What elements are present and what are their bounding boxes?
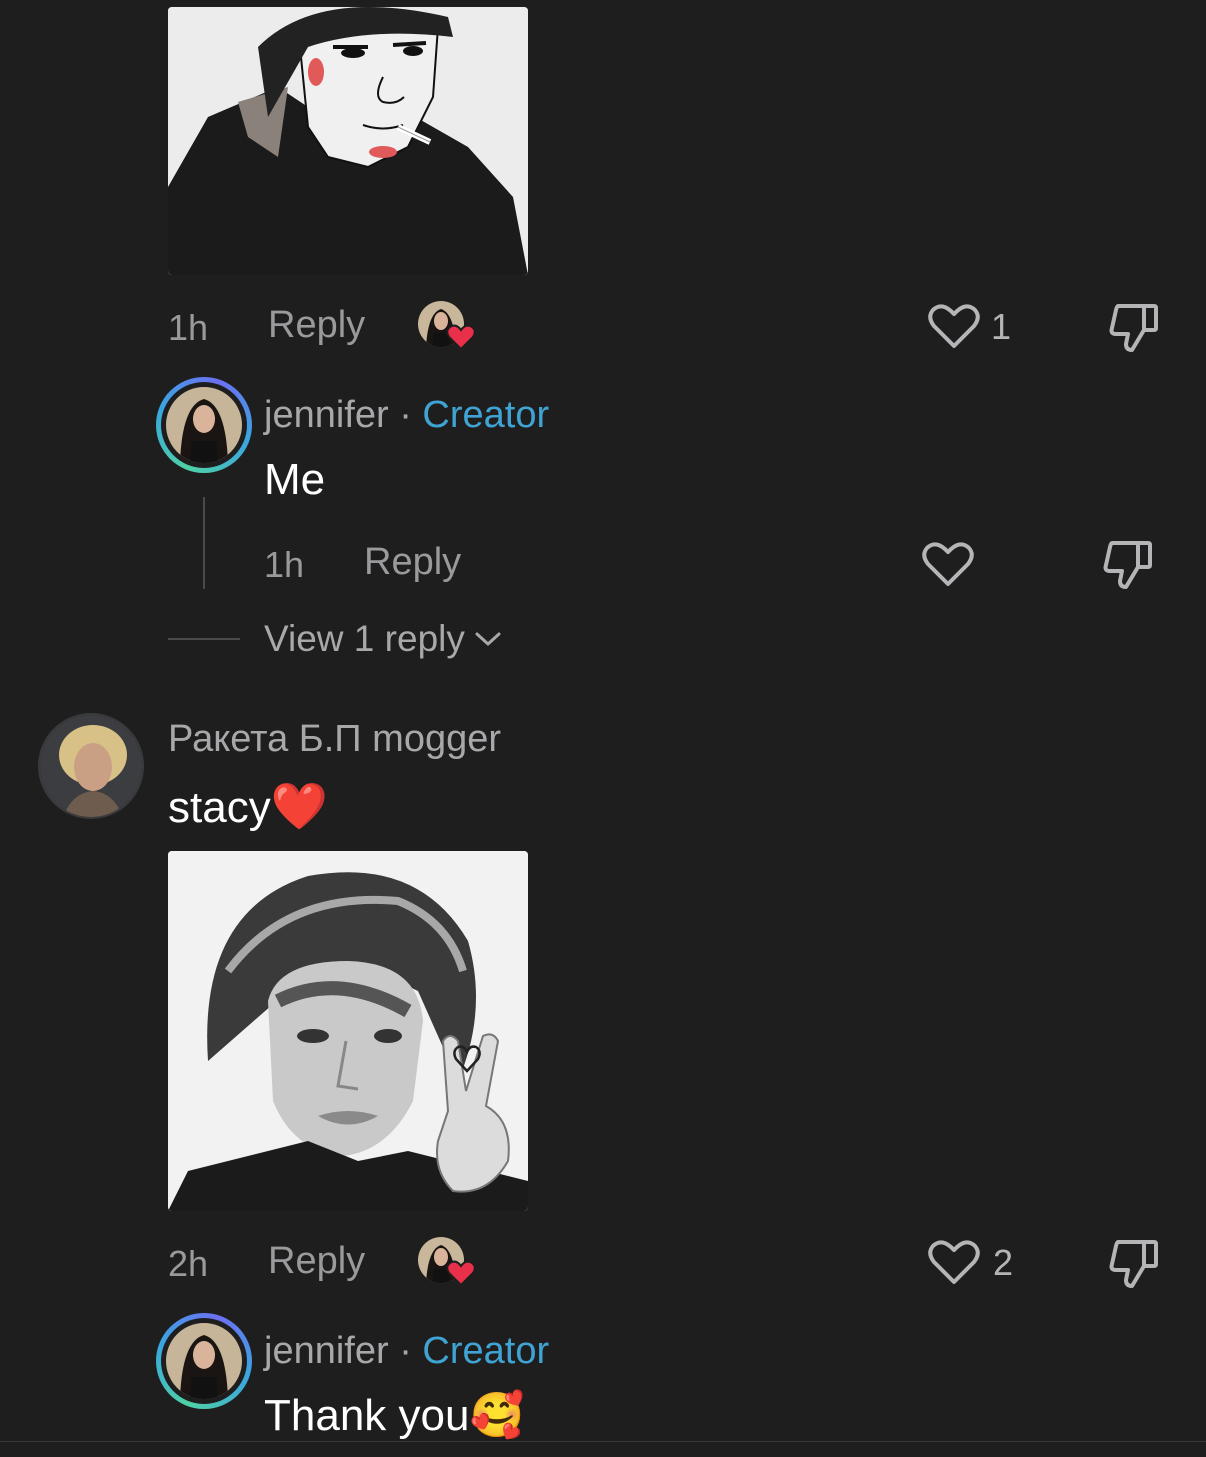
- smiling-face-with-hearts-emoji: 🥰: [469, 1391, 525, 1440]
- reply-text: Thank you: [264, 1391, 470, 1440]
- dislike-icon[interactable]: [1108, 300, 1160, 354]
- name-separator: ·: [399, 1330, 412, 1372]
- reply-author-line: jennifer · Creator: [264, 1330, 549, 1373]
- view-replies-label: View 1 reply: [264, 618, 465, 659]
- reply-button[interactable]: Reply: [268, 1240, 365, 1283]
- reply-timestamp: 1h: [264, 544, 305, 585]
- chevron-down-icon: [475, 632, 501, 646]
- heart-outline-icon[interactable]: [928, 302, 980, 350]
- like-count: 2: [993, 1242, 1014, 1283]
- creator-badge: Creator: [422, 1330, 550, 1372]
- dislike-icon[interactable]: [1102, 537, 1154, 591]
- username[interactable]: jennifer: [264, 394, 389, 436]
- reply-author-line: jennifer · Creator: [264, 394, 549, 437]
- creator-badge: Creator: [422, 394, 550, 436]
- creator-liked-heart-icon: [446, 1260, 476, 1287]
- name-separator: ·: [399, 394, 412, 436]
- comment-author[interactable]: Ракета Б.П mogger: [168, 718, 501, 761]
- heart-outline-icon[interactable]: [928, 1238, 980, 1286]
- commenter-avatar[interactable]: [38, 713, 144, 819]
- bottom-divider: [0, 1441, 1206, 1442]
- comment-attached-image-photo[interactable]: [168, 851, 528, 1211]
- creator-liked-indicator: [418, 1237, 478, 1289]
- heart-outline-icon[interactable]: [922, 540, 974, 588]
- reply-text: Me: [264, 455, 326, 504]
- reply-button[interactable]: Reply: [364, 541, 461, 584]
- view-replies-divider: [168, 638, 240, 640]
- creator-liked-indicator: [418, 301, 478, 353]
- view-replies-button[interactable]: View 1 reply: [264, 618, 501, 660]
- creator-avatar[interactable]: [156, 377, 252, 473]
- username[interactable]: jennifer: [264, 1330, 389, 1372]
- creator-liked-heart-icon: [446, 324, 476, 351]
- thread-line: [203, 497, 205, 589]
- creator-avatar[interactable]: [156, 1313, 252, 1409]
- red-heart-emoji: ❤️: [270, 780, 328, 832]
- like-count: 1: [991, 306, 1012, 347]
- comment-timestamp: 2h: [168, 1243, 209, 1284]
- comment-attached-image-drawing[interactable]: [168, 7, 528, 275]
- reply-text-line: Thank you🥰: [264, 1389, 524, 1441]
- reply-button[interactable]: Reply: [268, 304, 365, 347]
- comment-timestamp: 1h: [168, 307, 209, 348]
- dislike-icon[interactable]: [1108, 1236, 1160, 1290]
- comment-text: stacy: [168, 783, 271, 832]
- comment-text-line: stacy❤️: [168, 779, 328, 834]
